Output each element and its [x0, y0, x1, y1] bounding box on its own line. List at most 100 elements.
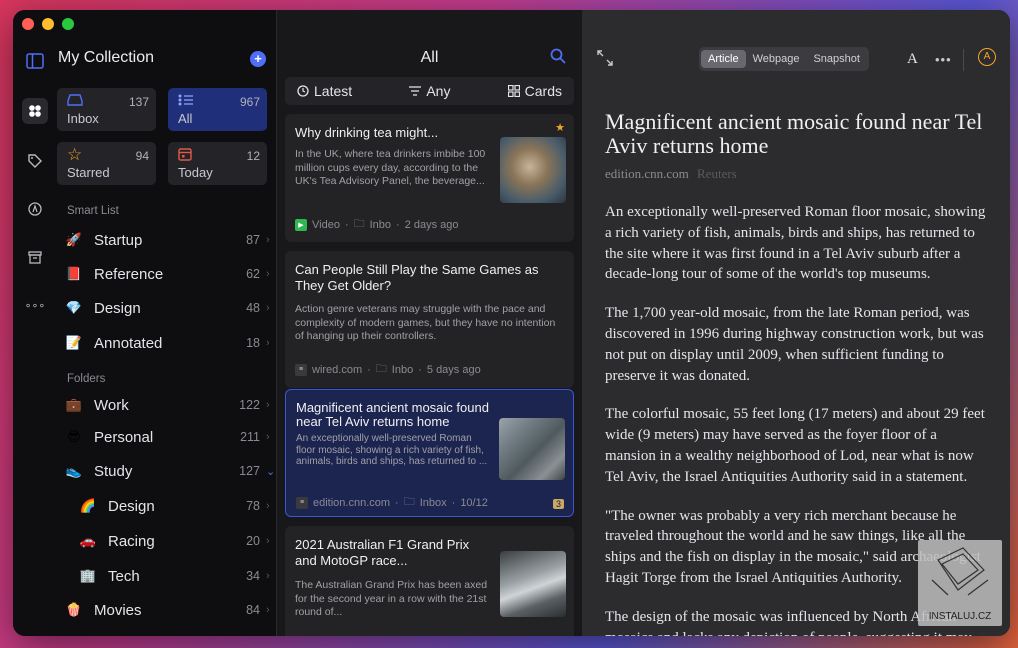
article-meta: edition.cnn.com Reuters	[605, 166, 987, 182]
card-time: 10/12	[460, 496, 488, 509]
zoom-window-button[interactable]	[62, 18, 74, 30]
tab-snapshot[interactable]: Snapshot	[806, 50, 866, 68]
smart-list-item-annotated[interactable]: 📝 Annotated 18 ›	[57, 329, 276, 357]
folder-item-movies[interactable]: 🍿 Movies 84 ›	[57, 596, 276, 624]
plus-icon[interactable]: +	[250, 51, 266, 67]
chevron-right-icon: ›	[266, 570, 270, 582]
card-title: 2021 Australian F1 Grand Prix and MotoGP…	[295, 537, 470, 568]
archive-icon[interactable]	[22, 244, 48, 270]
article-card[interactable]: Can People Still Play the Same Games as …	[285, 251, 574, 388]
search-icon[interactable]	[550, 48, 566, 69]
card-folder: Inbox	[419, 496, 447, 509]
tag-icon[interactable]	[22, 148, 48, 174]
card-time: 2 days ago	[404, 218, 459, 231]
memo-icon: 📝	[65, 335, 83, 350]
card-time: 5 days ago	[426, 363, 481, 376]
article-author: Reuters	[697, 166, 737, 181]
item-count: 20	[246, 534, 260, 548]
folder-item-racing[interactable]: 🚗 Racing 20 ›	[57, 527, 276, 555]
smart-list-heading: Smart List	[67, 205, 119, 217]
folder-icon: 🗀	[353, 218, 365, 230]
smart-list-item-startup[interactable]: 🚀 Startup 87 ›	[57, 226, 276, 254]
separator: ·	[418, 363, 422, 376]
item-count: 122	[239, 398, 260, 412]
minimize-window-button[interactable]	[42, 18, 54, 30]
highlight-icon[interactable]	[22, 196, 48, 222]
article-title: Magnificent ancient mosaic found near Te…	[605, 109, 983, 158]
sort-latest-button[interactable]: Latest	[297, 83, 352, 99]
watermark-logo: INSTALUJ.CZ	[918, 540, 1002, 626]
article-card[interactable]: Why drinking tea might... ★ In the UK, w…	[285, 114, 574, 242]
item-label: Work	[94, 396, 129, 414]
list-icon	[178, 93, 194, 109]
separator: ·	[451, 496, 456, 509]
item-label: Personal	[94, 428, 154, 446]
item-count: 127	[239, 464, 260, 478]
sidebar-toggle-icon[interactable]	[22, 48, 48, 74]
tab-article[interactable]: Article	[701, 50, 746, 68]
tile-all[interactable]: 967 All	[168, 88, 267, 131]
folder-item-personal[interactable]: 😎 Personal 211 ›	[57, 423, 276, 451]
folder-item-work[interactable]: 💼 Work 122 ›	[57, 391, 276, 419]
separator: ·	[396, 218, 400, 231]
collections-icon[interactable]	[22, 98, 48, 124]
smart-list-item-design[interactable]: 💎 Design 48 ›	[57, 294, 276, 322]
chevron-right-icon: ›	[266, 535, 270, 547]
tile-starred[interactable]: ☆ 94 Starred	[57, 142, 156, 185]
folder-icon: 🗀	[403, 496, 415, 508]
article-card[interactable]: 2021 Australian F1 Grand Prix and MotoGP…	[285, 526, 574, 636]
smart-list-item-reference[interactable]: 📕 Reference 62 ›	[57, 260, 276, 288]
more-icon[interactable]: ∘∘∘	[22, 292, 48, 318]
tile-today[interactable]: 12 Today	[168, 142, 267, 185]
card-meta: ≡ edition.cnn.com · 🗀 Inbox · 10/12	[296, 493, 563, 512]
car-icon: 🚗	[79, 533, 97, 548]
folder-item-tech[interactable]: 🏢 Tech 34 ›	[57, 562, 276, 590]
filter-icon	[409, 86, 422, 96]
calendar-icon	[178, 147, 192, 164]
clock-icon	[297, 85, 309, 97]
chevron-right-icon: ›	[266, 500, 270, 512]
chevron-right-icon: ›	[266, 337, 270, 349]
source-icon: ≡	[295, 363, 307, 376]
tile-label: Today	[178, 165, 213, 180]
card-source: edition.cnn.com	[313, 496, 391, 509]
rocket-icon: 🚀	[65, 232, 83, 247]
item-count: 78	[246, 499, 260, 513]
item-count: 34	[246, 569, 260, 583]
tab-webpage[interactable]: Webpage	[746, 50, 807, 68]
more-options-icon[interactable]: •••	[935, 52, 952, 67]
card-folder: Inbo	[369, 218, 392, 231]
sidebar-main: My Collection + 137 Inbox 967 All ☆ 94 S…	[57, 46, 276, 636]
rainbow-icon: 🌈	[79, 498, 97, 513]
tile-inbox[interactable]: 137 Inbox	[57, 88, 156, 131]
sidebar-rail: ∘∘∘	[13, 46, 57, 636]
annotation-count-badge: 3	[552, 499, 564, 509]
view-mode-segmented-control: Article Webpage Snapshot	[699, 47, 869, 71]
grid-icon	[507, 85, 520, 97]
filter-bar: Latest Any Cards	[285, 77, 574, 105]
item-count: 62	[246, 267, 260, 281]
expand-icon[interactable]	[597, 50, 613, 71]
chevron-right-icon: ›	[266, 604, 270, 616]
item-count: 18	[246, 336, 260, 350]
f1-thumbnail	[500, 551, 566, 617]
briefcase-icon: 💼	[65, 397, 83, 412]
font-settings-icon[interactable]: A	[907, 51, 918, 68]
article-card-selected[interactable]: Magnificent ancient mosaic found near Te…	[285, 389, 574, 517]
highlight-mode-icon[interactable]: A	[978, 48, 996, 66]
chevron-down-icon[interactable]: ⌄	[266, 465, 276, 478]
view-label: Cards	[524, 83, 562, 99]
folder-item-study[interactable]: 👟 Study 127 ⌄	[57, 457, 276, 485]
folder-item-design[interactable]: 🌈 Design 78 ›	[57, 492, 276, 520]
view-cards-button[interactable]: Cards	[507, 83, 562, 99]
folders-heading: Folders	[67, 373, 106, 385]
star-icon: ☆	[67, 145, 83, 164]
article-source[interactable]: edition.cnn.com	[605, 166, 689, 181]
card-type: Video	[312, 218, 340, 231]
sort-label: Latest	[314, 83, 353, 99]
close-window-button[interactable]	[22, 18, 34, 30]
article-paragraph: The colorful mosaic, 55 feet long (17 me…	[605, 406, 985, 485]
filter-any-button[interactable]: Any	[409, 83, 450, 99]
shoe-icon: 👟	[65, 463, 83, 478]
card-meta: ≡ wired.com · 🗀 Inbo · 5 days ago	[295, 360, 564, 379]
